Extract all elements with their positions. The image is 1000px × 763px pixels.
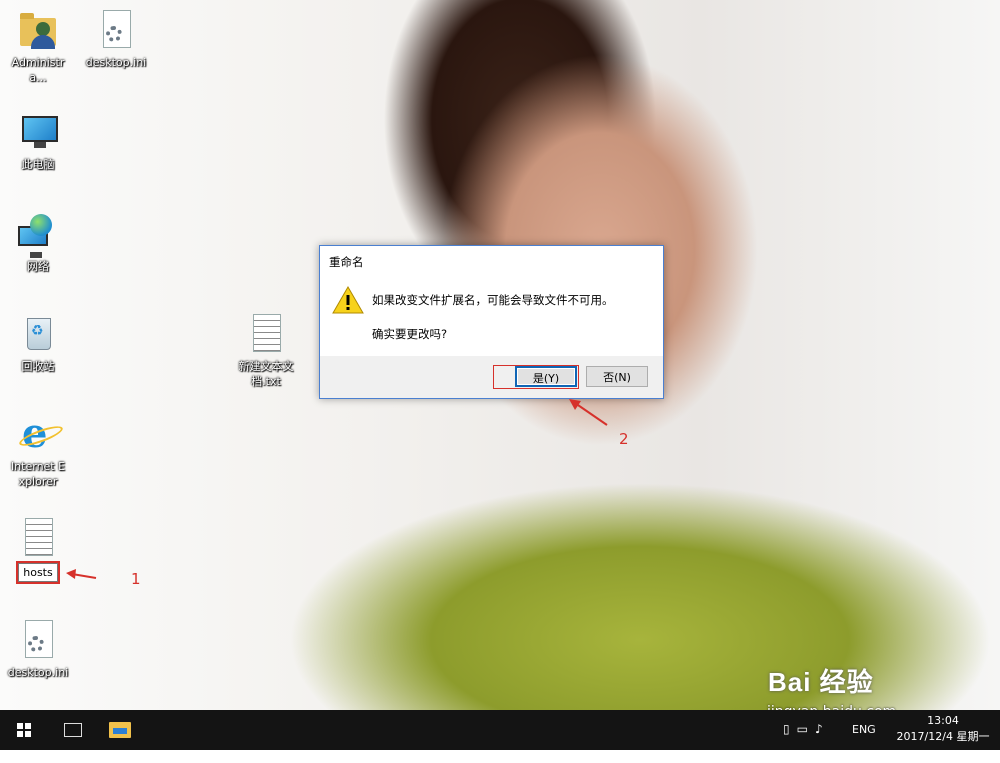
text-file-icon xyxy=(244,312,288,356)
recycle-bin-icon xyxy=(16,312,60,356)
usb-icon[interactable]: ▯ xyxy=(783,722,797,736)
dialog-message: 如果改变文件扩展名，可能会导致文件不可用。 xyxy=(372,293,614,307)
start-button[interactable] xyxy=(0,710,48,750)
rename-textbox[interactable]: hosts xyxy=(16,561,60,584)
clock-time: 13:04 xyxy=(927,714,959,727)
volume-icon[interactable]: ♪ xyxy=(815,722,830,736)
settings-file-icon xyxy=(94,8,138,52)
warning-icon xyxy=(332,286,364,314)
desktop-icon-label: 网络 xyxy=(27,260,49,273)
text-file-icon xyxy=(16,516,60,560)
task-view-button[interactable] xyxy=(48,710,96,750)
annotation-number-2: 2 xyxy=(619,430,629,448)
desktop-icon-label: Administra... xyxy=(11,56,65,84)
yes-button[interactable]: 是(Y) xyxy=(515,366,577,387)
annotation-arrow-1 xyxy=(66,569,97,579)
desktop-icon-label: 新建文本文档.txt xyxy=(238,360,294,388)
desktop-icon-recycle-bin[interactable]: 回收站 xyxy=(2,312,74,374)
desktop-icon-label: desktop.ini xyxy=(7,666,69,679)
user-folder-icon xyxy=(16,8,60,52)
desktop-icon-label: Internet Explorer xyxy=(10,460,66,488)
desktop-icon-label: desktop.ini xyxy=(85,56,147,69)
desktop-icon-administrator[interactable]: Administra... xyxy=(2,8,74,85)
network-icon xyxy=(16,212,60,258)
system-tray-icons[interactable]: ▯▭♪ xyxy=(783,722,830,762)
taskbar: ▯▭♪ ENG 13:04 2017/12/4 星期一 xyxy=(0,710,1000,750)
dialog-question: 确实要更改吗? xyxy=(372,327,448,341)
rename-dialog: 重命名 如果改变文件扩展名，可能会导致文件不可用。 确实要更改吗? 是(Y) 否… xyxy=(319,245,664,399)
desktop-icon-desktop-ini-top[interactable]: desktop.ini xyxy=(80,8,152,70)
network-tray-icon[interactable]: ▭ xyxy=(797,722,815,736)
folder-icon xyxy=(109,722,131,738)
windows-logo-icon xyxy=(17,723,31,737)
clock[interactable]: 13:04 2017/12/4 星期一 xyxy=(888,713,998,753)
input-language-indicator[interactable]: ENG xyxy=(852,723,876,763)
settings-file-icon xyxy=(16,618,60,662)
desktop-icon-label: 回收站 xyxy=(21,360,55,373)
desktop-icon-network[interactable]: 网络 xyxy=(2,212,74,274)
baidu-watermark: Bai 经验 xyxy=(768,667,874,697)
computer-icon xyxy=(16,110,60,154)
annotation-number-1: 1 xyxy=(131,570,141,588)
desktop-icon-this-pc[interactable]: 此电脑 xyxy=(2,110,74,172)
desktop-icon-label: 此电脑 xyxy=(21,158,55,171)
annotation-arrow-2 xyxy=(569,399,608,426)
desktop-icon-internet-explorer[interactable]: e Internet Explorer xyxy=(2,412,74,489)
desktop-icon-new-text-document[interactable]: 新建文本文档.txt xyxy=(230,312,302,389)
desktop-icon-desktop-ini-bottom[interactable]: desktop.ini xyxy=(2,618,74,680)
task-view-icon xyxy=(64,723,82,737)
file-explorer-button[interactable] xyxy=(96,710,144,750)
ie-icon: e xyxy=(22,410,48,457)
no-button[interactable]: 否(N) xyxy=(586,366,648,387)
clock-date: 2017/12/4 星期一 xyxy=(896,730,990,743)
dialog-button-bar: 是(Y) 否(N) xyxy=(320,356,663,398)
dialog-title: 重命名 xyxy=(329,255,364,269)
